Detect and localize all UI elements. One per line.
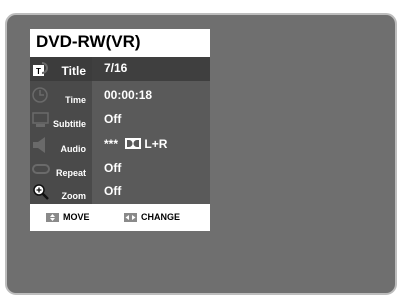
menu-row-value: *** xyxy=(104,137,119,151)
menu-footer: MOVE CHANGE xyxy=(30,204,210,231)
menu-row-time[interactable]: Time 00:00:18 xyxy=(30,84,210,108)
menu-row-label: Time xyxy=(65,95,86,105)
change-hint: CHANGE xyxy=(124,212,180,222)
title-icon: T xyxy=(33,62,48,76)
menu-row-value: 00:00:18 xyxy=(104,88,153,102)
disc-type-title: DVD-RW(VR) xyxy=(36,32,141,51)
dolby-icon xyxy=(125,138,142,149)
menu-row-title[interactable]: T Title 7/16 xyxy=(30,57,210,81)
move-label: MOVE xyxy=(63,212,90,222)
up-down-arrows-icon xyxy=(46,212,59,222)
zoom-icon xyxy=(33,184,49,200)
menu-row-value: Off xyxy=(104,112,122,126)
menu-row-label: Audio xyxy=(60,144,87,154)
menu-row-label: Title xyxy=(61,64,86,78)
menu-row-audio[interactable]: Audio *** L+R xyxy=(30,133,210,157)
audio-channels: L+R xyxy=(144,137,168,151)
menu-row-zoom[interactable]: Zoom Off xyxy=(30,180,210,204)
change-label: CHANGE xyxy=(141,212,181,222)
menu-row-repeat[interactable]: Repeat Off xyxy=(30,157,210,181)
svg-text:T: T xyxy=(36,67,41,76)
clock-icon xyxy=(32,87,48,103)
menu-row-label: Repeat xyxy=(55,168,86,178)
menu-row-label: Subtitle xyxy=(53,119,86,129)
repeat-icon xyxy=(32,164,50,174)
menu-row-value: Off xyxy=(104,161,122,175)
menu-row-value: Off xyxy=(104,184,122,198)
subtitle-icon xyxy=(32,112,49,127)
disc-type-header: DVD-RW(VR) xyxy=(30,29,210,57)
speaker-icon xyxy=(33,137,45,153)
left-right-arrows-icon xyxy=(124,212,137,222)
menu-row-subtitle[interactable]: Subtitle Off xyxy=(30,108,210,132)
menu-row-value: 7/16 xyxy=(104,61,128,75)
move-hint: MOVE xyxy=(46,212,90,222)
menu-row-label: Zoom xyxy=(61,191,87,201)
